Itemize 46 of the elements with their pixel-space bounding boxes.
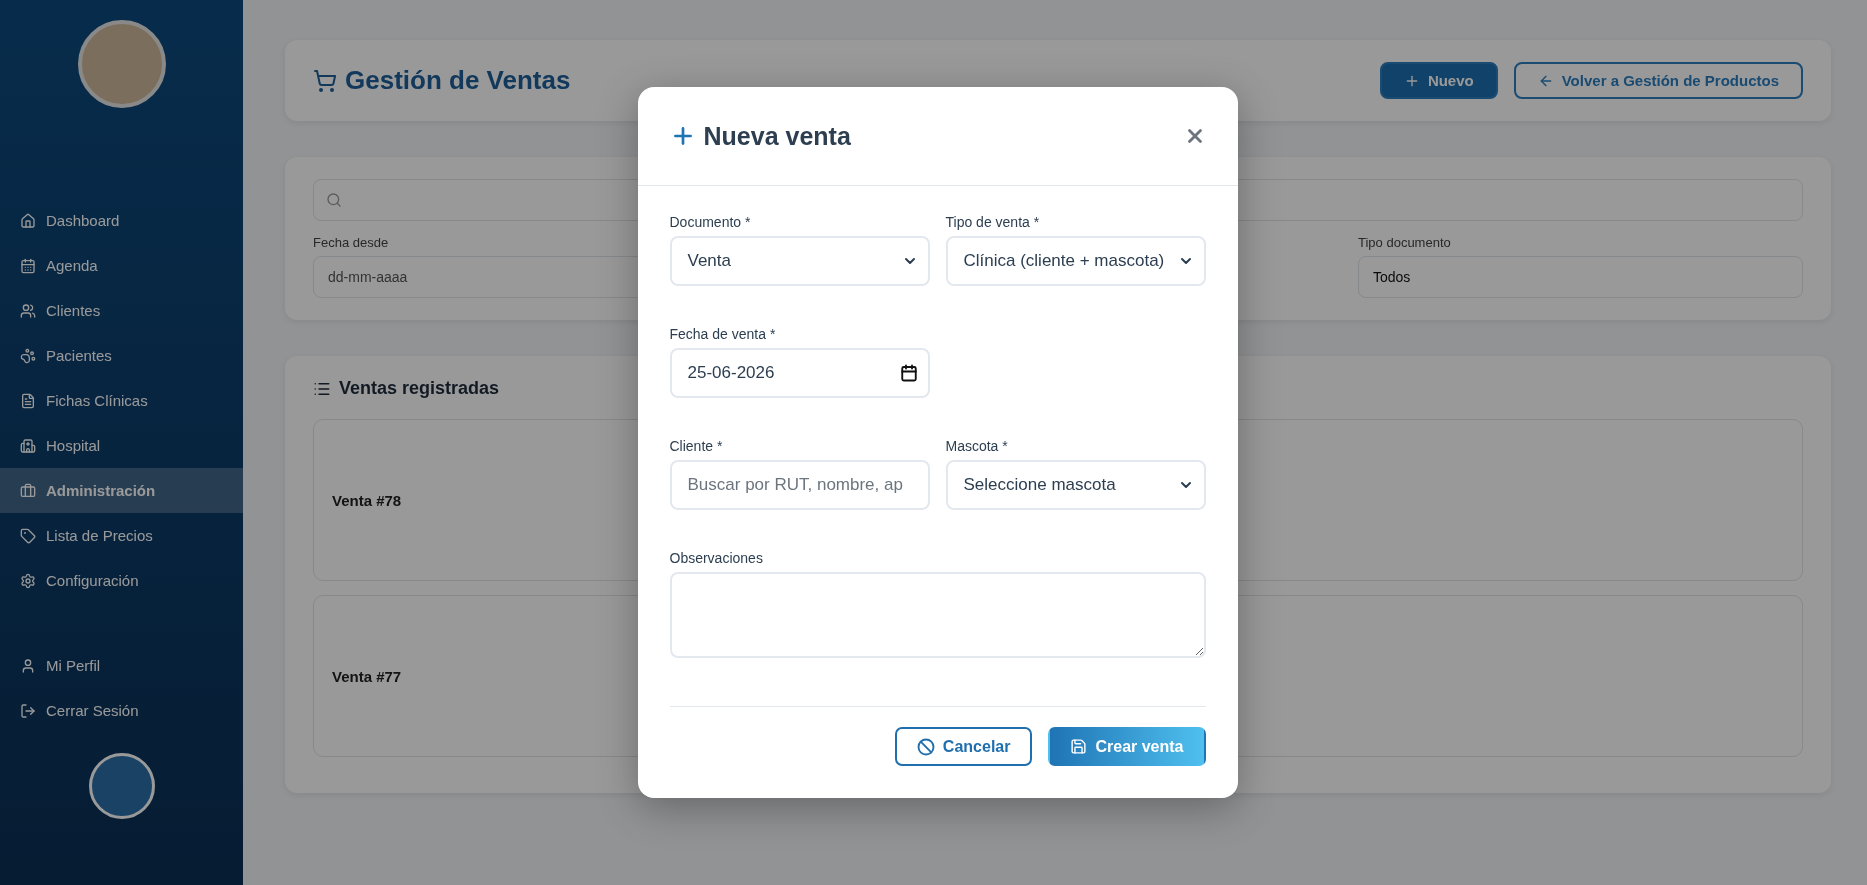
nav-icon xyxy=(20,482,36,499)
filter-field[interactable]: Todos xyxy=(1358,256,1803,298)
back-button[interactable]: Volver a Gestión de Productos xyxy=(1513,62,1803,99)
field-label: Observaciones xyxy=(669,550,764,566)
page-title: Gestión de Ventas xyxy=(313,65,571,96)
sidebar-item[interactable]: Clientes xyxy=(0,288,243,333)
filter-label: Tipo documento xyxy=(1358,235,1452,250)
cart-icon xyxy=(313,68,337,93)
filter-label: Fecha desde xyxy=(313,235,390,250)
select-field[interactable]: Clínica (cliente + mascota) xyxy=(945,236,1206,286)
cancel-button[interactable]: Cancelar xyxy=(894,727,1033,766)
sidebar-item[interactable]: Dashboard xyxy=(0,198,243,243)
nav-icon xyxy=(20,212,36,229)
calendar-icon xyxy=(899,364,918,382)
select-field[interactable]: Seleccione mascota xyxy=(945,460,1206,510)
dialog-title: Nueva venta xyxy=(669,121,851,151)
ban-icon xyxy=(916,737,935,756)
nav-icon xyxy=(20,572,36,589)
nav-icon xyxy=(20,302,36,319)
sidebar-item[interactable]: Lista de Precios xyxy=(0,513,243,558)
sidebar-item[interactable]: Pacientes xyxy=(0,333,243,378)
sidebar-item[interactable]: Fichas Clínicas xyxy=(0,378,243,423)
new-button[interactable]: Nuevo xyxy=(1379,62,1498,99)
logout-icon xyxy=(20,702,36,719)
sidebar-item[interactable]: Configuración xyxy=(0,558,243,603)
field-label: Documento * xyxy=(669,214,752,230)
search-field[interactable]: Buscar por RUT, nombre, ap xyxy=(669,460,930,510)
search-icon xyxy=(326,192,342,208)
user-icon xyxy=(20,657,36,674)
date-field[interactable]: 25-06-2026 xyxy=(669,348,930,398)
sidebar-item[interactable]: Hospital xyxy=(0,423,243,468)
nav-icon xyxy=(20,392,36,409)
sidebar-item[interactable]: Agenda xyxy=(0,243,243,288)
nav-icon xyxy=(20,527,36,544)
nav-icon xyxy=(20,437,36,454)
field-label: Cliente * xyxy=(669,438,724,454)
field-label: Fecha de venta * xyxy=(669,326,777,342)
field-label: Tipo de venta * xyxy=(945,214,1041,230)
sidebar-item[interactable]: Mi Perfil xyxy=(0,643,243,688)
create-button[interactable]: Crear venta xyxy=(1048,727,1206,766)
nav-icon xyxy=(20,347,36,364)
nav-icon xyxy=(20,257,36,274)
select-field[interactable]: Venta xyxy=(669,236,930,286)
sidebar-item[interactable]: Cerrar Sesión xyxy=(0,688,243,733)
field-label: Mascota * xyxy=(945,438,1009,454)
save-icon xyxy=(1070,738,1088,755)
